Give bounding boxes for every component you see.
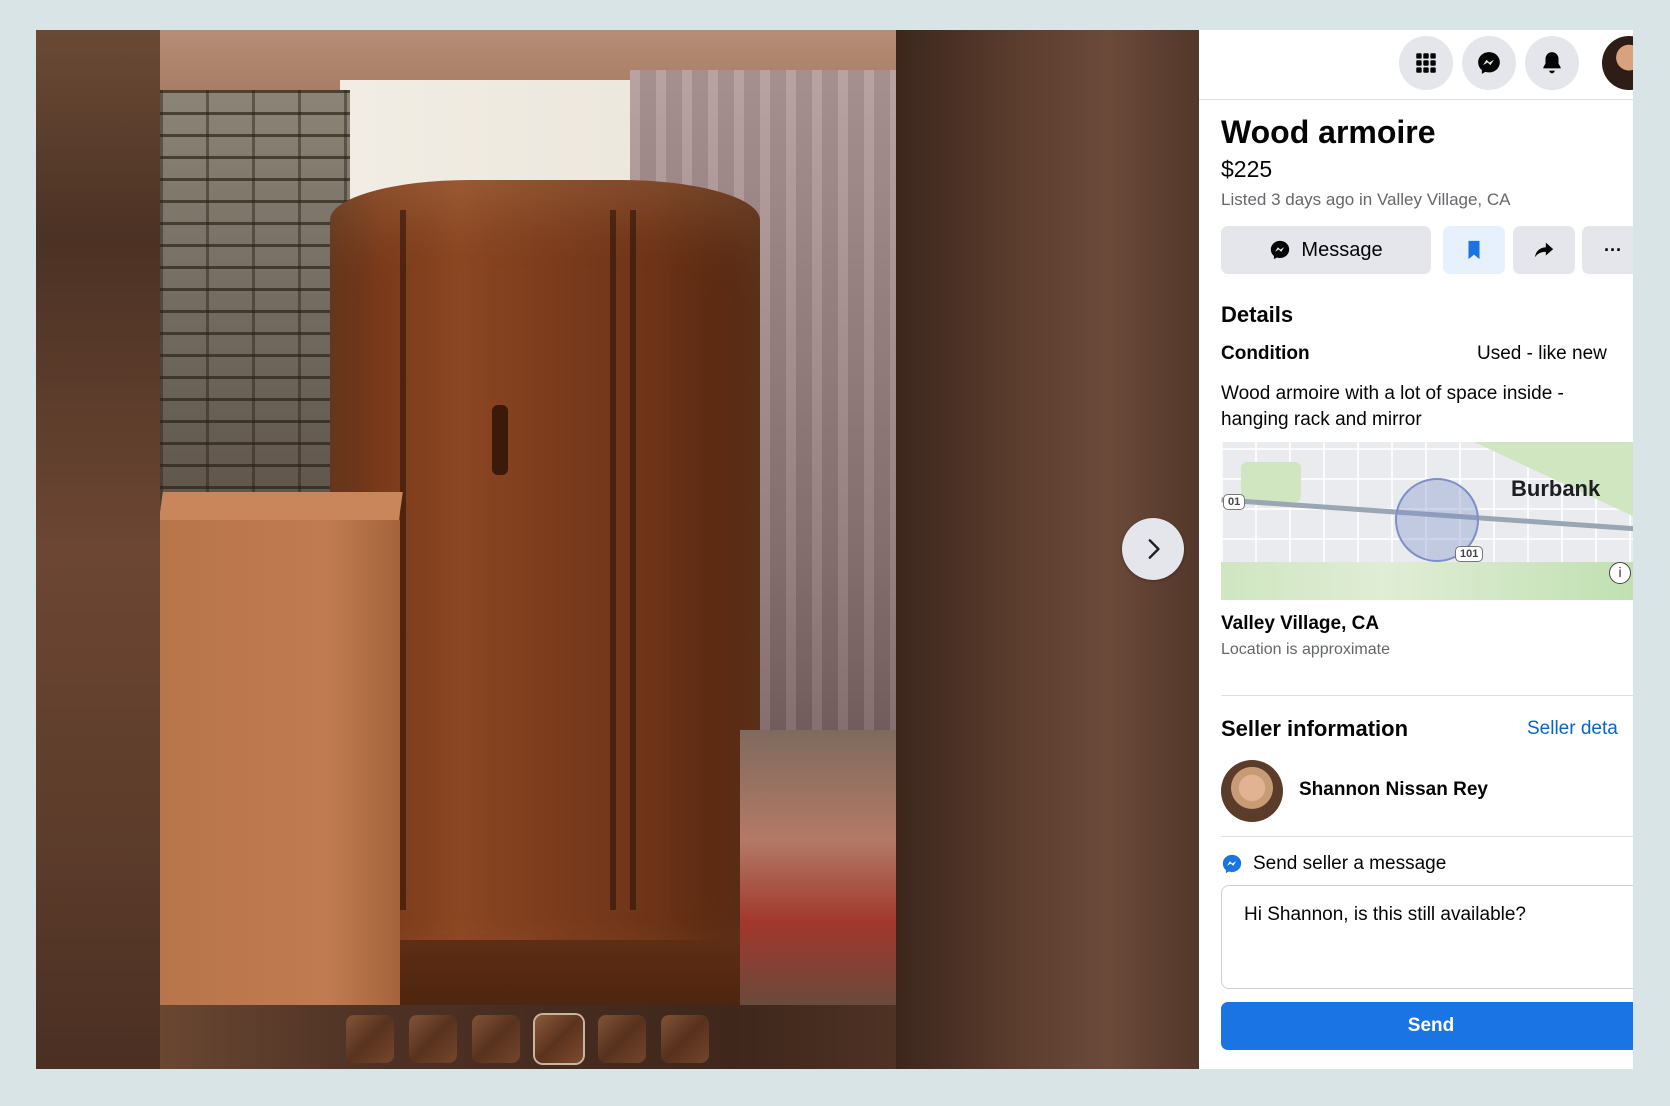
listing-price: $225: [1221, 156, 1273, 182]
messenger-button[interactable]: [1462, 36, 1516, 90]
top-bar: [1199, 30, 1633, 100]
messenger-icon: [1271, 240, 1290, 260]
send-message-label: Send seller a message: [1253, 853, 1447, 874]
condition-label: Condition: [1221, 343, 1310, 364]
thumbnail-active[interactable]: [535, 1015, 583, 1063]
next-photo-button[interactable]: [1122, 518, 1184, 580]
seller-details-link[interactable]: Seller deta: [1527, 718, 1618, 740]
notifications-button[interactable]: [1525, 36, 1579, 90]
menu-button[interactable]: [1399, 36, 1453, 90]
message-input[interactable]: Hi Shannon, is this still available?: [1221, 885, 1633, 989]
thumbnail[interactable]: [598, 1015, 646, 1063]
listing-panel: Wood armoire $225 Listed 3 days ago in V…: [1199, 30, 1633, 1069]
blurred-backdrop-left: [36, 30, 160, 1069]
thumbnail[interactable]: [472, 1015, 520, 1063]
marketplace-window: Wood armoire $225 Listed 3 days ago in V…: [36, 30, 1633, 1069]
more-dots-icon: ···: [1604, 239, 1622, 260]
save-button[interactable]: [1443, 226, 1505, 274]
thumbnail-strip: [346, 1015, 709, 1063]
seller-name[interactable]: Shannon Nissan Rey: [1299, 779, 1488, 801]
location-note: Location is approximate: [1221, 641, 1390, 658]
messenger-icon: [1222, 854, 1242, 874]
seller-heading: Seller information: [1221, 716, 1409, 741]
armoire-handle: [492, 405, 508, 475]
bell-icon: [1543, 52, 1561, 74]
condition-value: Used - like new: [1477, 343, 1607, 364]
bookmark-icon: [1468, 240, 1480, 260]
map-city-label: Burbank: [1511, 476, 1601, 501]
profile-avatar[interactable]: [1602, 36, 1633, 90]
photo-viewer: [36, 30, 1199, 1069]
listing-description: Wood armoire with a lot of space inside …: [1221, 383, 1564, 430]
share-icon: [1534, 242, 1554, 258]
thumbnail[interactable]: [346, 1015, 394, 1063]
info-icon[interactable]: i: [1609, 562, 1631, 584]
listing-meta: Listed 3 days ago in Valley Village, CA: [1221, 190, 1511, 209]
highway-shield: 01: [1223, 494, 1246, 510]
chevron-right-icon: [1148, 539, 1160, 559]
thumbnail[interactable]: [661, 1015, 709, 1063]
message-button-label: Message: [1301, 238, 1383, 261]
details-heading: Details: [1221, 302, 1294, 327]
highway-shield: 101: [1455, 546, 1484, 562]
divider: [1221, 695, 1633, 696]
listing-title: Wood armoire: [1221, 114, 1436, 150]
grid-menu-icon: [1416, 53, 1436, 73]
thumbnail[interactable]: [409, 1015, 457, 1063]
messenger-icon: [1478, 52, 1500, 74]
message-button[interactable]: Message: [1221, 226, 1431, 274]
cardboard-box: [160, 520, 400, 1005]
send-message-header: Send seller a message: [1221, 853, 1446, 875]
listing-photo: [160, 30, 896, 1005]
share-button[interactable]: [1513, 226, 1575, 274]
send-button[interactable]: Send: [1221, 1002, 1633, 1050]
location-map[interactable]: Burbank 01 101 i: [1221, 442, 1633, 600]
seller-avatar[interactable]: [1221, 760, 1283, 822]
more-options-button[interactable]: ···: [1582, 226, 1633, 274]
location-name: Valley Village, CA: [1221, 613, 1380, 634]
divider: [1221, 836, 1633, 837]
